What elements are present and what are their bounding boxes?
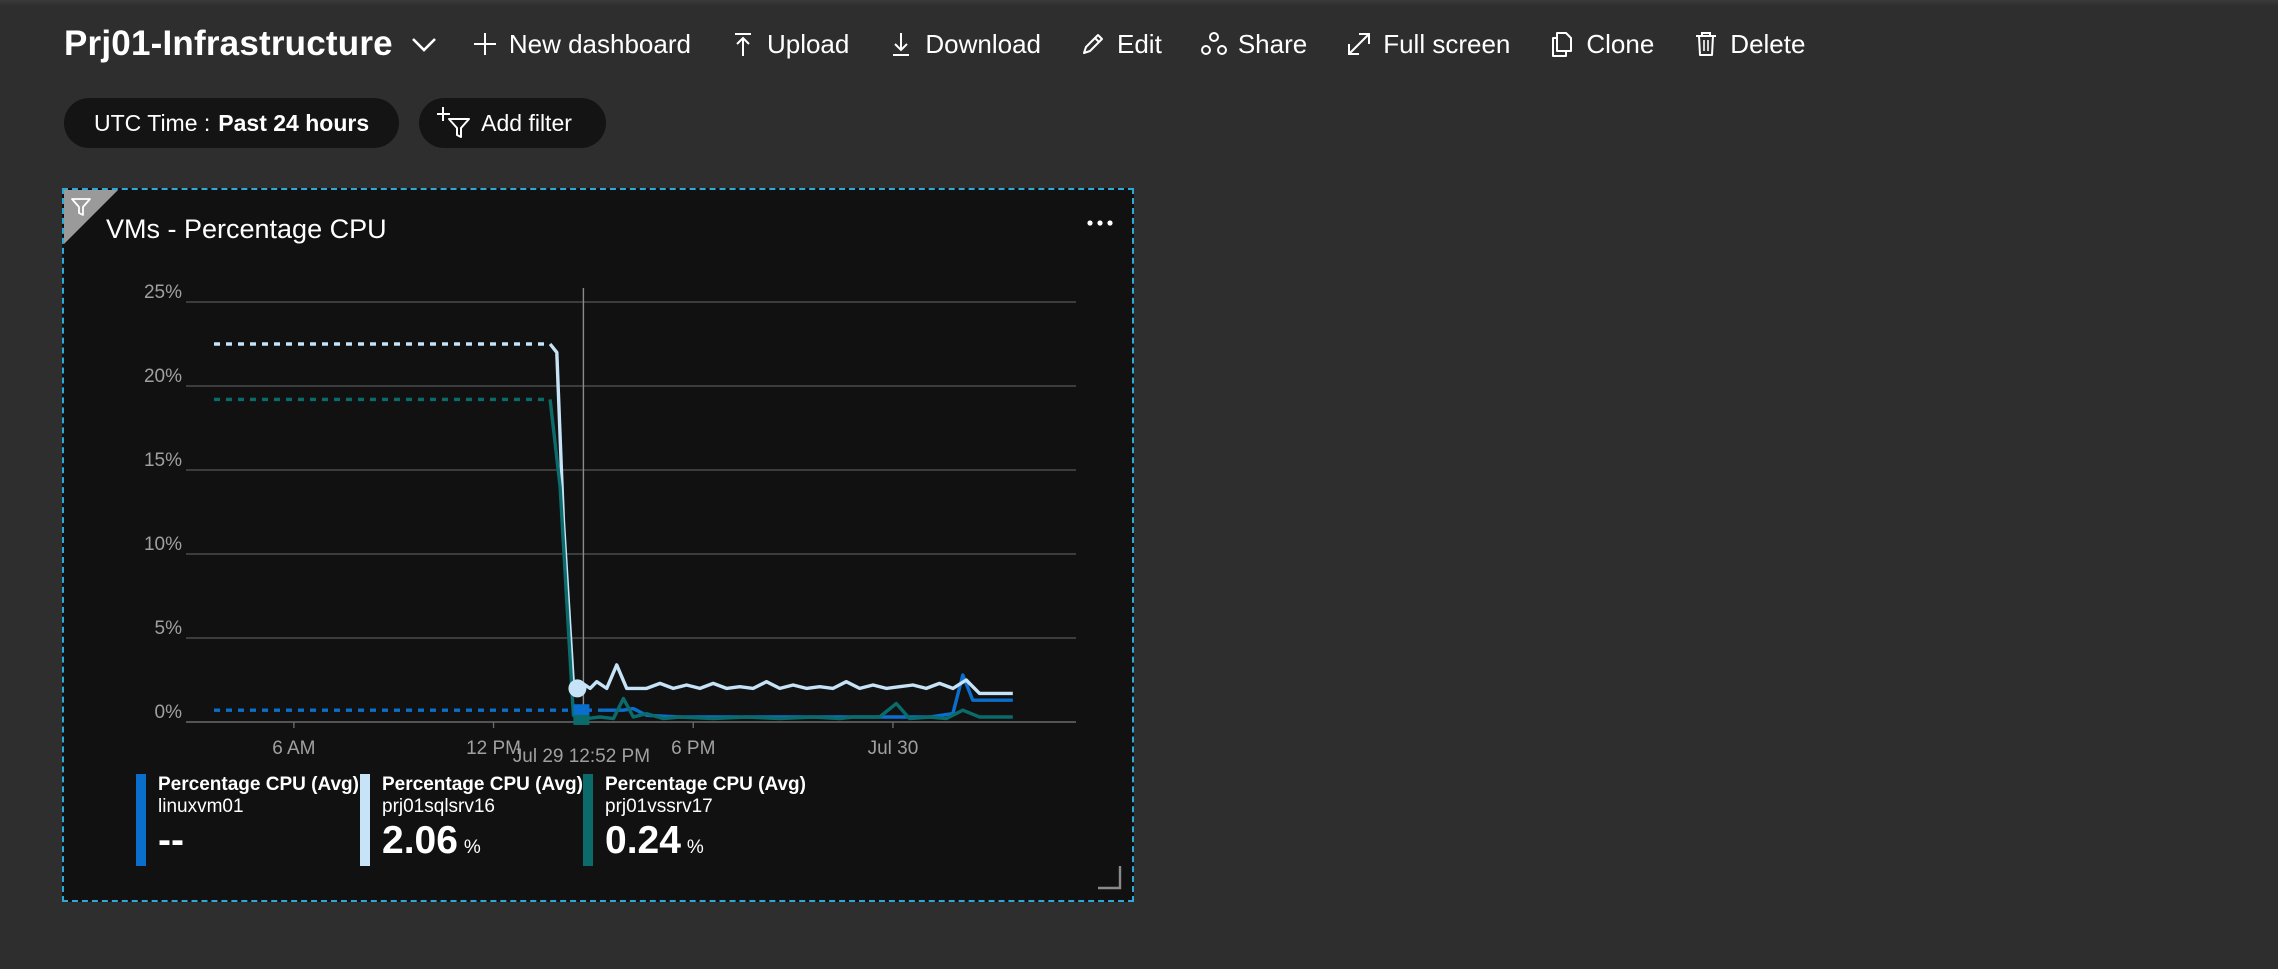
full-screen-label: Full screen <box>1383 28 1511 59</box>
delete-label: Delete <box>1730 28 1806 59</box>
x-tick-label: Jul 30 <box>868 738 919 759</box>
x-tick-label: 6 AM <box>272 738 315 759</box>
top-shade <box>0 0 2278 6</box>
y-tick-label: 20% <box>144 366 182 387</box>
legend-color-swatch <box>583 774 593 866</box>
legend-value-unit: % <box>463 837 481 858</box>
time-range-value: Past 24 hours <box>218 109 370 136</box>
series-line-prj01sqlsrv16 <box>548 342 1013 696</box>
time-range-filter[interactable]: UTC Time : Past 24 hours <box>64 98 400 148</box>
legend-resource: prj01sqlsrv16 <box>382 796 495 817</box>
time-range-label: UTC Time : <box>94 109 211 136</box>
download-label: Download <box>925 28 1041 59</box>
legend-metric: Percentage CPU (Avg) <box>605 774 806 795</box>
full-screen-button[interactable]: Full screen <box>1345 29 1510 60</box>
dashboard-title: Prj01-Infrastructure <box>64 24 393 63</box>
new-dashboard-label: New dashboard <box>508 28 691 59</box>
legend-value-number: -- <box>158 819 184 862</box>
share-button[interactable]: Share <box>1200 29 1307 60</box>
x-tick-label: 6 PM <box>671 738 715 759</box>
legend-item-prj01vssrv17[interactable]: Percentage CPU (Avg) prj01vssrv17 0.24% <box>583 774 806 866</box>
add-filter-label: Add filter <box>481 109 572 136</box>
legend-color-swatch <box>360 774 370 866</box>
legend-resource: linuxvm01 <box>158 796 244 817</box>
download-icon <box>893 33 910 56</box>
cursor-marker-prj01sqlsrv16 <box>568 679 587 698</box>
expand-icon <box>1348 33 1371 55</box>
legend-color-swatch <box>136 774 146 866</box>
upload-label: Upload <box>766 28 850 59</box>
delete-button[interactable]: Delete <box>1692 29 1805 60</box>
legend-item-linuxvm01[interactable]: Percentage CPU (Avg) linuxvm01 -- <box>136 774 359 866</box>
new-dashboard-button[interactable]: New dashboard <box>471 29 691 60</box>
legend-value: 0.24% <box>605 818 806 871</box>
resize-grip-icon[interactable] <box>1094 862 1124 892</box>
clone-label: Clone <box>1586 28 1655 59</box>
legend-value-number: 2.06 <box>382 819 458 862</box>
y-tick-label: 15% <box>144 450 182 471</box>
y-tick-label: 5% <box>155 618 183 639</box>
upload-button[interactable]: Upload <box>729 29 849 60</box>
legend-resource: prj01vssrv17 <box>605 796 713 817</box>
share-icon <box>1200 32 1227 55</box>
add-filter-button[interactable]: Add filter <box>419 98 606 148</box>
edit-label: Edit <box>1117 28 1162 59</box>
cursor-time-label: Jul 29 12:52 PM <box>513 746 650 767</box>
legend-value-unit: % <box>686 837 704 858</box>
legend-value-number: 0.24 <box>605 819 681 862</box>
legend-metric: Percentage CPU (Avg) <box>158 774 359 795</box>
y-tick-label: 0% <box>155 702 183 723</box>
download-button[interactable]: Download <box>887 29 1041 60</box>
share-label: Share <box>1237 28 1308 59</box>
series-line-linuxvm01 <box>603 673 1013 719</box>
legend-value: 2.06% <box>382 818 583 871</box>
legend-value: -- <box>158 818 359 864</box>
legend-item-prj01sqlsrv16[interactable]: Percentage CPU (Avg) prj01sqlsrv16 2.06% <box>360 774 583 866</box>
trash-icon <box>1696 32 1717 56</box>
edit-button[interactable]: Edit <box>1079 29 1162 60</box>
y-tick-label: 25% <box>144 282 182 303</box>
pencil-icon <box>1083 34 1103 54</box>
copy-icon <box>1552 32 1573 57</box>
cursor-marker-prj01vssrv17 <box>573 714 590 725</box>
y-tick-label: 10% <box>144 534 182 555</box>
chevron-down-icon[interactable] <box>407 27 441 61</box>
add-filter-icon <box>437 107 471 138</box>
clone-button[interactable]: Clone <box>1548 29 1654 60</box>
chart-tile[interactable]: VMs - Percentage CPU 0% 5% 10% 15% 20% 25% 6 A… <box>62 188 1134 902</box>
plus-icon <box>473 33 496 55</box>
filter-bar: UTC Time : Past 24 hours Add filter <box>64 98 626 148</box>
legend-metric: Percentage CPU (Avg) <box>382 774 583 795</box>
dashboard-toolbar: Prj01-Infrastructure New dashboard Uploa… <box>64 20 1843 68</box>
upload-icon <box>734 33 751 56</box>
